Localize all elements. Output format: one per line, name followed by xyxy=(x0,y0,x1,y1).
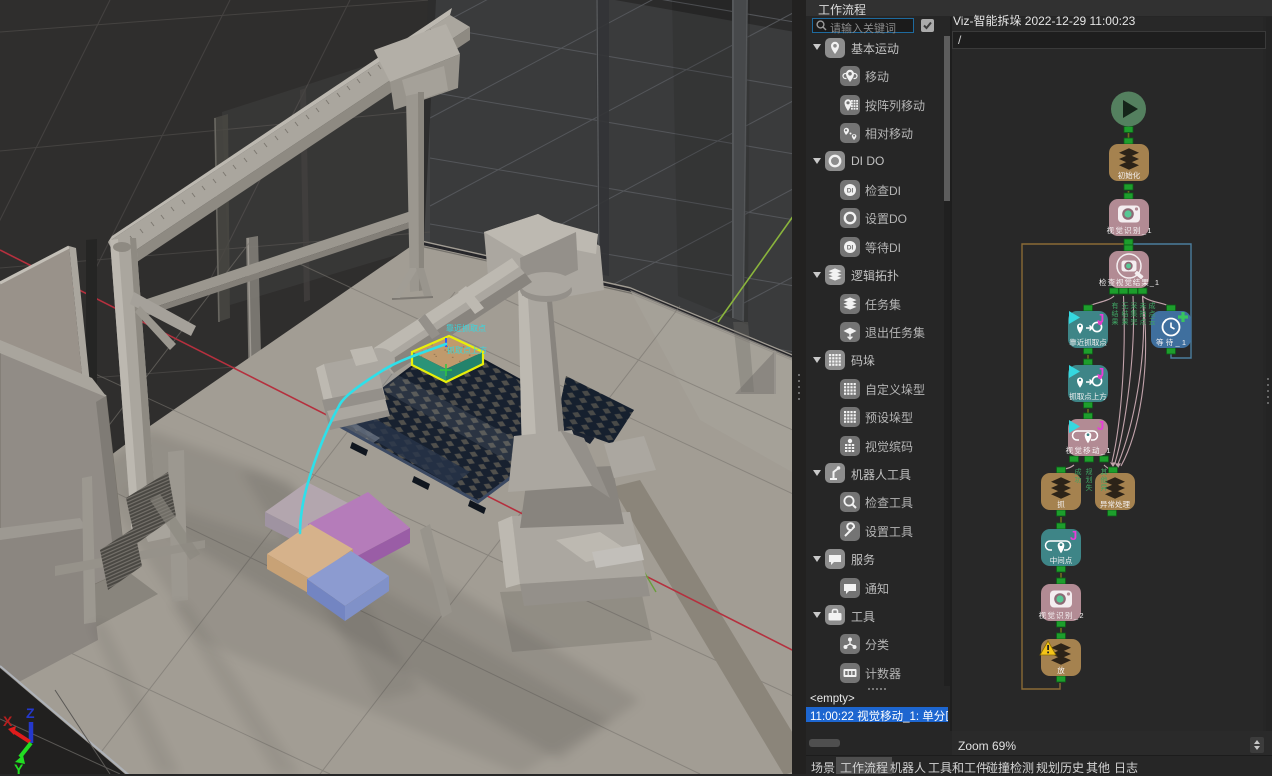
svg-text:视觉识别_2: 视觉识别_2 xyxy=(1039,610,1084,620)
svg-text:初始化: 初始化 xyxy=(1118,170,1141,180)
svg-text:有结果: 有结果 xyxy=(1112,301,1119,326)
svg-text:Z: Z xyxy=(26,705,35,721)
svg-text:异常处理: 异常处理 xyxy=(1100,499,1131,509)
svg-text:X: X xyxy=(3,713,13,729)
svg-text:靠近抓取点: 靠近抓取点 xyxy=(446,323,486,333)
svg-text:DI: DI xyxy=(847,245,854,252)
svg-text:检查视觉结果_1: 检查视觉结果_1 xyxy=(1099,277,1159,287)
svg-text:J: J xyxy=(1097,418,1104,433)
svg-text:规划失: 规划失 xyxy=(1086,467,1093,492)
svg-text:Y: Y xyxy=(14,761,24,774)
svg-text:其他异: 其他异 xyxy=(1101,468,1108,492)
svg-text:等待_1: 等待_1 xyxy=(1156,337,1186,347)
svg-text:中间点: 中间点 xyxy=(1050,555,1073,565)
svg-text:未拍点: 未拍点 xyxy=(1140,301,1147,326)
svg-text:视觉移动_1: 视觉移动_1 xyxy=(1066,445,1111,455)
svg-text:抓: 抓 xyxy=(1057,499,1065,509)
svg-text:抓取点上方: 抓取点上方 xyxy=(447,345,487,355)
svg-text:靠近抓取点: 靠近抓取点 xyxy=(1069,337,1107,347)
svg-text:抓取点上方: 抓取点上方 xyxy=(1069,391,1107,401)
svg-text:采集完: 采集完 xyxy=(1131,301,1138,326)
svg-text:DI: DI xyxy=(847,188,854,195)
svg-text:放: 放 xyxy=(1057,665,1065,675)
svg-text:成点云: 成点云 xyxy=(1149,301,1156,326)
svg-text:成功: 成功 xyxy=(1075,467,1082,484)
svg-text:视觉识别_1: 视觉识别_1 xyxy=(1107,225,1152,235)
svg-text:J: J xyxy=(1070,528,1077,543)
svg-text:无结果: 无结果 xyxy=(1122,302,1129,326)
